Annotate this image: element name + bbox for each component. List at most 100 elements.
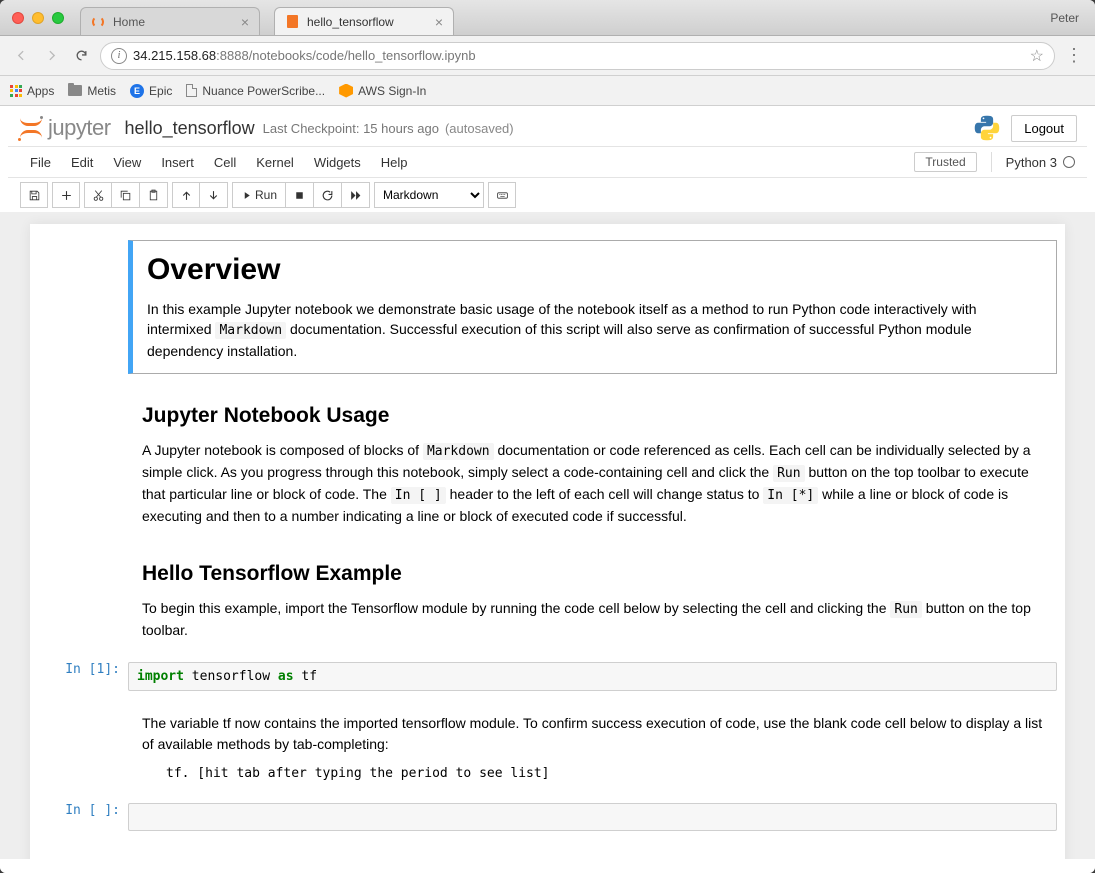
jupyter-logo[interactable]: jupyter: [18, 115, 111, 141]
apps-grid-icon: [10, 85, 22, 97]
notebook-cell[interactable]: In [1]: import tensorflow as tf: [38, 656, 1057, 697]
markdown-paragraph: A Jupyter notebook is composed of blocks…: [142, 440, 1043, 526]
bookmark-metis[interactable]: Metis: [68, 84, 116, 98]
menu-help[interactable]: Help: [371, 151, 418, 174]
cell-prompt: In [1]:: [38, 656, 128, 697]
bookmark-label: Epic: [149, 84, 172, 98]
notebook-cell[interactable]: Overview In this example Jupyter noteboo…: [38, 234, 1057, 380]
jupyter-logo-icon: [18, 115, 44, 141]
close-window-button[interactable]: [12, 12, 24, 24]
bookmark-label: Metis: [87, 84, 116, 98]
markdown-h2: Jupyter Notebook Usage: [142, 404, 1043, 428]
code-input[interactable]: [128, 803, 1057, 831]
save-button[interactable]: [20, 182, 48, 208]
markdown-paragraph: The variable tf now contains the importe…: [142, 713, 1043, 754]
jupyter-toolbar: Run Markdown: [8, 178, 1087, 212]
notebook-favicon-icon: [285, 15, 299, 29]
autosaved-label: (autosaved): [445, 121, 514, 136]
checkpoint-label: Last Checkpoint: 15 hours ago: [263, 121, 439, 136]
back-button[interactable]: [10, 45, 32, 67]
interrupt-button[interactable]: [286, 182, 314, 208]
apps-label: Apps: [27, 84, 54, 98]
restart-run-all-button[interactable]: [342, 182, 370, 208]
kernel-name-label: Python 3: [1006, 155, 1057, 170]
url-host: 34.215.158.68: [133, 48, 216, 63]
reload-button[interactable]: [70, 45, 92, 67]
notebook-cell[interactable]: Jupyter Notebook Usage A Jupyter noteboo…: [38, 384, 1057, 538]
menu-insert[interactable]: Insert: [151, 151, 204, 174]
bookmark-nuance[interactable]: Nuance PowerScribe...: [186, 84, 325, 98]
browser-window: Home × hello_tensorflow × Peter i 34.215…: [0, 0, 1095, 873]
tab-title: hello_tensorflow: [307, 15, 394, 29]
jupyter-favicon-icon: [91, 15, 105, 29]
notebook-container: Overview In this example Jupyter noteboo…: [30, 224, 1065, 859]
browser-tab-home[interactable]: Home ×: [80, 7, 260, 35]
zoom-window-button[interactable]: [52, 12, 64, 24]
markdown-h1: Overview: [147, 253, 1042, 287]
celltype-select[interactable]: Markdown: [374, 182, 484, 208]
copy-button[interactable]: [112, 182, 140, 208]
notebook-name[interactable]: hello_tensorflow: [125, 118, 255, 139]
menu-edit[interactable]: Edit: [61, 151, 103, 174]
window-controls: [0, 12, 76, 24]
bookmarks-bar: Apps Metis E Epic Nuance PowerScribe... A…: [0, 76, 1095, 106]
menu-view[interactable]: View: [103, 151, 151, 174]
bookmark-epic[interactable]: E Epic: [130, 84, 172, 98]
cut-button[interactable]: [84, 182, 112, 208]
markdown-h2: Hello Tensorflow Example: [142, 562, 1043, 586]
bookmark-label: AWS Sign-In: [358, 84, 426, 98]
chrome-menu-button[interactable]: ⋮: [1063, 45, 1085, 66]
cell-prompt: [38, 234, 128, 380]
move-down-button[interactable]: [200, 182, 228, 208]
tab-close-icon[interactable]: ×: [241, 14, 249, 30]
kernel-indicator[interactable]: Python 3: [1006, 155, 1075, 170]
page-content: jupyter hello_tensorflow Last Checkpoint…: [0, 106, 1095, 873]
paste-button[interactable]: [140, 182, 168, 208]
minimize-window-button[interactable]: [32, 12, 44, 24]
add-cell-button[interactable]: [52, 182, 80, 208]
menu-kernel[interactable]: Kernel: [246, 151, 304, 174]
browser-tabs: Home × hello_tensorflow ×: [80, 0, 468, 35]
bookmark-star-icon[interactable]: ☆: [1030, 46, 1044, 66]
cell-prompt: [38, 701, 128, 793]
bookmark-aws[interactable]: AWS Sign-In: [339, 84, 426, 98]
url-port: :8888: [216, 48, 249, 63]
jupyter-logo-text: jupyter: [48, 115, 111, 141]
jupyter-header: jupyter hello_tensorflow Last Checkpoint…: [0, 106, 1095, 146]
browser-tab-notebook[interactable]: hello_tensorflow ×: [274, 7, 454, 35]
tab-close-icon[interactable]: ×: [435, 14, 443, 30]
folder-icon: [68, 85, 82, 96]
menu-file[interactable]: File: [20, 151, 61, 174]
move-up-button[interactable]: [172, 182, 200, 208]
apps-button[interactable]: Apps: [10, 84, 54, 98]
run-label: Run: [255, 188, 277, 202]
logout-button[interactable]: Logout: [1011, 115, 1077, 142]
url-bar[interactable]: i 34.215.158.68:8888/notebooks/code/hell…: [100, 42, 1055, 70]
trusted-indicator[interactable]: Trusted: [914, 152, 976, 172]
cell-prompt: [38, 542, 128, 652]
aws-icon: [339, 84, 353, 98]
restart-button[interactable]: [314, 182, 342, 208]
command-palette-button[interactable]: [488, 182, 516, 208]
titlebar: Home × hello_tensorflow × Peter: [0, 0, 1095, 36]
cell-prompt: In [ ]:: [38, 797, 128, 837]
code-input[interactable]: import tensorflow as tf: [128, 662, 1057, 691]
site-info-icon[interactable]: i: [111, 48, 127, 64]
menu-cell[interactable]: Cell: [204, 151, 246, 174]
notebook-cell[interactable]: Hello Tensorflow Example To begin this e…: [38, 542, 1057, 652]
cell-prompt: [38, 384, 128, 538]
notebook-scroll[interactable]: Overview In this example Jupyter noteboo…: [0, 212, 1095, 859]
menu-widgets[interactable]: Widgets: [304, 151, 371, 174]
forward-button[interactable]: [40, 45, 62, 67]
bookmark-label: Nuance PowerScribe...: [202, 84, 325, 98]
run-button[interactable]: Run: [232, 182, 286, 208]
chrome-user-label[interactable]: Peter: [1050, 11, 1079, 25]
markdown-paragraph: In this example Jupyter notebook we demo…: [147, 299, 1042, 361]
notebook-cell[interactable]: In [ ]:: [38, 797, 1057, 837]
notebook-cell[interactable]: The variable tf now contains the importe…: [38, 701, 1057, 793]
jupyter-menubar: File Edit View Insert Cell Kernel Widget…: [8, 146, 1087, 178]
separator: [991, 152, 992, 172]
markdown-paragraph: To begin this example, import the Tensor…: [142, 598, 1043, 640]
epic-icon: E: [130, 84, 144, 98]
python-logo-icon[interactable]: [973, 114, 1001, 142]
